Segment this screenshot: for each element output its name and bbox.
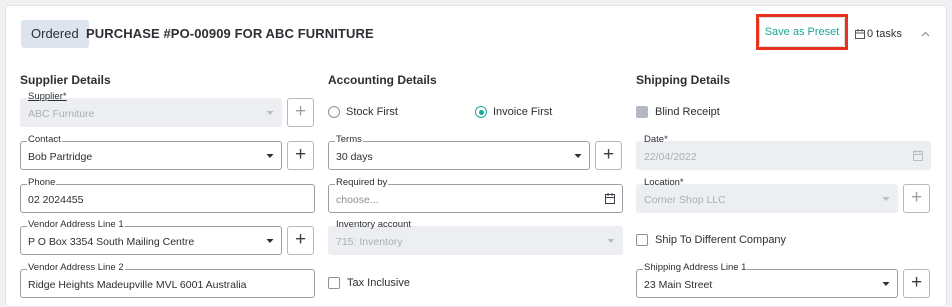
radio-stock-first[interactable]: Stock First: [328, 106, 398, 118]
blind-receipt-box: [636, 106, 648, 118]
radio-stock-first-label: Stock First: [346, 106, 398, 118]
vendor-address-1-value: P O Box 3354 South Mailing Centre: [28, 236, 195, 248]
add-vendor-address-button[interactable]: +: [287, 226, 314, 255]
location-label: Location*: [644, 177, 684, 188]
calendar-icon: [855, 29, 865, 39]
chevron-down-icon: [882, 197, 890, 201]
vendor-address-2-value: Ridge Heights Madeupville MVL 6001 Austr…: [28, 279, 247, 291]
location-value: Corner Shop LLC: [644, 194, 726, 206]
tax-inclusive-checkbox[interactable]: Tax Inclusive: [328, 277, 410, 289]
blind-receipt-checkbox[interactable]: Blind Receipt: [636, 106, 720, 118]
purchase-order-card: Ordered PURCHASE #PO-00909 FOR ABC FURNI…: [5, 5, 947, 307]
radio-invoice-first-circle: [475, 106, 487, 118]
required-by-label: Required by: [335, 177, 389, 189]
chevron-down-icon: [266, 111, 274, 115]
page-title: PURCHASE #PO-00909 FOR ABC FURNITURE: [86, 26, 374, 41]
vendor-address-1-label: Vendor Address Line 1: [27, 219, 125, 231]
add-shipping-address-button[interactable]: +: [903, 269, 930, 298]
inventory-account-select[interactable]: Inventory account 715: Inventory: [328, 219, 623, 255]
shipping-address-1-select[interactable]: Shipping Address Line 1 23 Main Street: [636, 262, 898, 298]
radio-invoice-first-label: Invoice First: [493, 106, 553, 118]
chevron-down-icon: [266, 239, 274, 243]
required-by-placeholder: choose...: [336, 194, 379, 206]
calendar-icon[interactable]: [605, 193, 615, 204]
required-by-date-field[interactable]: Required by choose...: [328, 177, 623, 213]
contact-label: Contact: [27, 134, 62, 146]
chevron-down-icon: [882, 282, 890, 286]
collapse-toggle[interactable]: [918, 20, 932, 48]
terms-label: Terms: [335, 134, 363, 146]
inventory-account-label: Inventory account: [336, 219, 411, 230]
radio-invoice-first[interactable]: Invoice First: [475, 106, 552, 118]
phone-value: 02 2024455: [28, 194, 84, 206]
supplier-label: Supplier*: [28, 91, 67, 102]
blind-receipt-label: Blind Receipt: [655, 106, 720, 118]
supplier-select[interactable]: Supplier* ABC Furniture: [20, 91, 282, 127]
status-badge: Ordered: [21, 20, 89, 48]
phone-field[interactable]: Phone 02 2024455: [20, 177, 315, 213]
terms-value: 30 days: [336, 151, 373, 163]
vendor-address-2-label: Vendor Address Line 2: [27, 262, 125, 274]
ship-to-different-company-label: Ship To Different Company: [655, 234, 787, 246]
shipping-date-field[interactable]: Date* 22/04/2022: [636, 134, 931, 170]
phone-label: Phone: [27, 177, 57, 189]
vendor-address-2-field[interactable]: Vendor Address Line 2 Ridge Heights Made…: [20, 262, 315, 298]
terms-select[interactable]: Terms 30 days: [328, 134, 590, 170]
shipping-address-1-label: Shipping Address Line 1: [643, 262, 748, 274]
chevron-down-icon: [607, 239, 615, 243]
inventory-account-value: 715: Inventory: [336, 236, 403, 248]
radio-stock-first-circle: [328, 106, 340, 118]
chevron-down-icon: [266, 154, 274, 158]
ship-to-different-company-box: [636, 234, 648, 246]
tasks-link[interactable]: 0 tasks: [855, 20, 902, 48]
vendor-address-1-select[interactable]: Vendor Address Line 1 P O Box 3354 South…: [20, 219, 282, 255]
add-contact-button[interactable]: +: [287, 141, 314, 170]
tax-inclusive-label: Tax Inclusive: [347, 277, 410, 289]
tax-inclusive-box: [328, 277, 340, 289]
supplier-value: ABC Furniture: [28, 108, 95, 120]
shipping-date-label: Date*: [644, 134, 668, 145]
supplier-details-heading: Supplier Details: [20, 73, 111, 87]
add-location-button[interactable]: +: [903, 184, 930, 213]
tasks-label: 0 tasks: [867, 28, 902, 40]
shipping-details-heading: Shipping Details: [636, 73, 731, 87]
calendar-icon: [913, 150, 923, 161]
location-select[interactable]: Location* Corner Shop LLC: [636, 177, 898, 213]
contact-select[interactable]: Contact Bob Partridge: [20, 134, 282, 170]
chevron-up-icon: [921, 31, 929, 37]
shipping-date-value: 22/04/2022: [644, 151, 697, 163]
accounting-details-heading: Accounting Details: [328, 73, 437, 87]
add-terms-button[interactable]: +: [595, 141, 622, 170]
shipping-address-1-value: 23 Main Street: [644, 279, 713, 291]
contact-value: Bob Partridge: [28, 151, 93, 163]
save-as-preset-button[interactable]: Save as Preset: [759, 17, 845, 47]
chevron-down-icon: [574, 154, 582, 158]
add-supplier-button[interactable]: +: [287, 98, 314, 127]
ship-to-different-company-checkbox[interactable]: Ship To Different Company: [636, 234, 786, 246]
